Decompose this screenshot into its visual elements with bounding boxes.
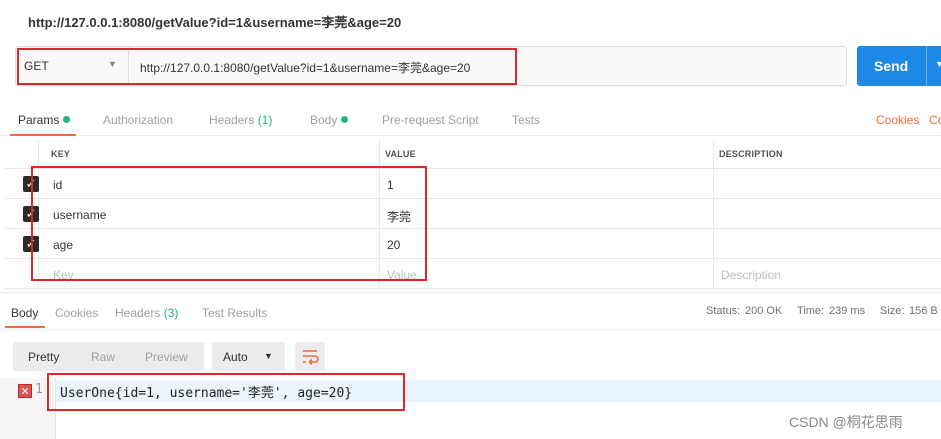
raw-button[interactable]: Raw xyxy=(91,350,115,364)
preview-button[interactable]: Preview xyxy=(145,350,188,364)
tab-tests[interactable]: Tests xyxy=(512,113,540,127)
format-select-label: Auto xyxy=(223,350,248,364)
time-value: 239 ms xyxy=(829,305,866,317)
tab-headers[interactable]: Headers (1) xyxy=(209,113,272,127)
size-value: 156 B xyxy=(909,305,938,317)
tab-authorization[interactable]: Authorization xyxy=(103,113,173,127)
tab-response-body[interactable]: Body xyxy=(11,306,38,320)
status-value: 200 OK xyxy=(745,305,783,317)
tab-test-results[interactable]: Test Results xyxy=(202,306,267,320)
request-tabs: Params Authorization Headers (1) Body Pr… xyxy=(0,104,941,136)
column-header-key: KEY xyxy=(51,149,71,159)
active-tab-underline xyxy=(10,134,76,136)
body-indicator-icon xyxy=(341,116,349,123)
column-header-value: VALUE xyxy=(385,149,416,159)
annotation-box-response xyxy=(47,373,405,411)
response-tabs: Body Cookies Headers (3) Test Results St… xyxy=(0,292,941,330)
time-label: Time: xyxy=(797,305,825,317)
send-options-chevron-icon[interactable]: ▼ xyxy=(935,59,941,69)
code-link[interactable]: Co xyxy=(929,113,941,127)
tab-response-headers-count: (3) xyxy=(163,306,179,320)
tab-body-label: Body xyxy=(310,113,338,127)
status-label: Status: xyxy=(706,305,741,317)
send-label: Send xyxy=(874,58,909,74)
active-response-tab-underline xyxy=(5,326,45,328)
column-header-description: DESCRIPTION xyxy=(719,149,783,159)
send-divider xyxy=(926,46,927,86)
size-label: Size: xyxy=(880,305,905,317)
annotation-box-params xyxy=(31,166,427,281)
tab-pre-request-script[interactable]: Pre-request Script xyxy=(382,113,479,127)
pretty-button[interactable]: Pretty xyxy=(28,350,59,364)
tab-response-cookies[interactable]: Cookies xyxy=(55,306,98,320)
col-divider xyxy=(713,139,714,289)
tab-params-label: Params xyxy=(18,113,60,127)
send-button[interactable]: Send ▼ xyxy=(857,46,941,86)
tab-response-headers-label: Headers xyxy=(115,306,161,320)
watermark: CSDN @桐花思雨 xyxy=(789,414,903,430)
new-description-input[interactable]: Description xyxy=(721,268,781,282)
wrap-lines-icon xyxy=(303,350,319,366)
row-divider xyxy=(5,288,941,289)
format-select[interactable]: Auto ▼ xyxy=(212,342,285,371)
page-title: http://127.0.0.1:8080/getValue?id=1&user… xyxy=(28,15,402,30)
tab-headers-label: Headers xyxy=(209,113,255,127)
tab-params[interactable]: Params xyxy=(18,113,71,127)
tab-headers-count: (1) xyxy=(257,113,273,127)
cookies-link[interactable]: Cookies xyxy=(876,113,919,127)
tab-response-headers[interactable]: Headers (3) xyxy=(115,306,178,320)
line-number: 1 xyxy=(35,382,43,397)
wrap-lines-button[interactable] xyxy=(295,342,325,371)
tab-body[interactable]: Body xyxy=(310,113,349,127)
error-marker-icon: ✕ xyxy=(18,384,32,398)
view-mode-group: Pretty Raw Preview xyxy=(13,342,204,371)
annotation-box-url xyxy=(17,48,517,85)
chevron-down-icon: ▼ xyxy=(264,351,273,361)
params-indicator-icon xyxy=(63,116,71,123)
